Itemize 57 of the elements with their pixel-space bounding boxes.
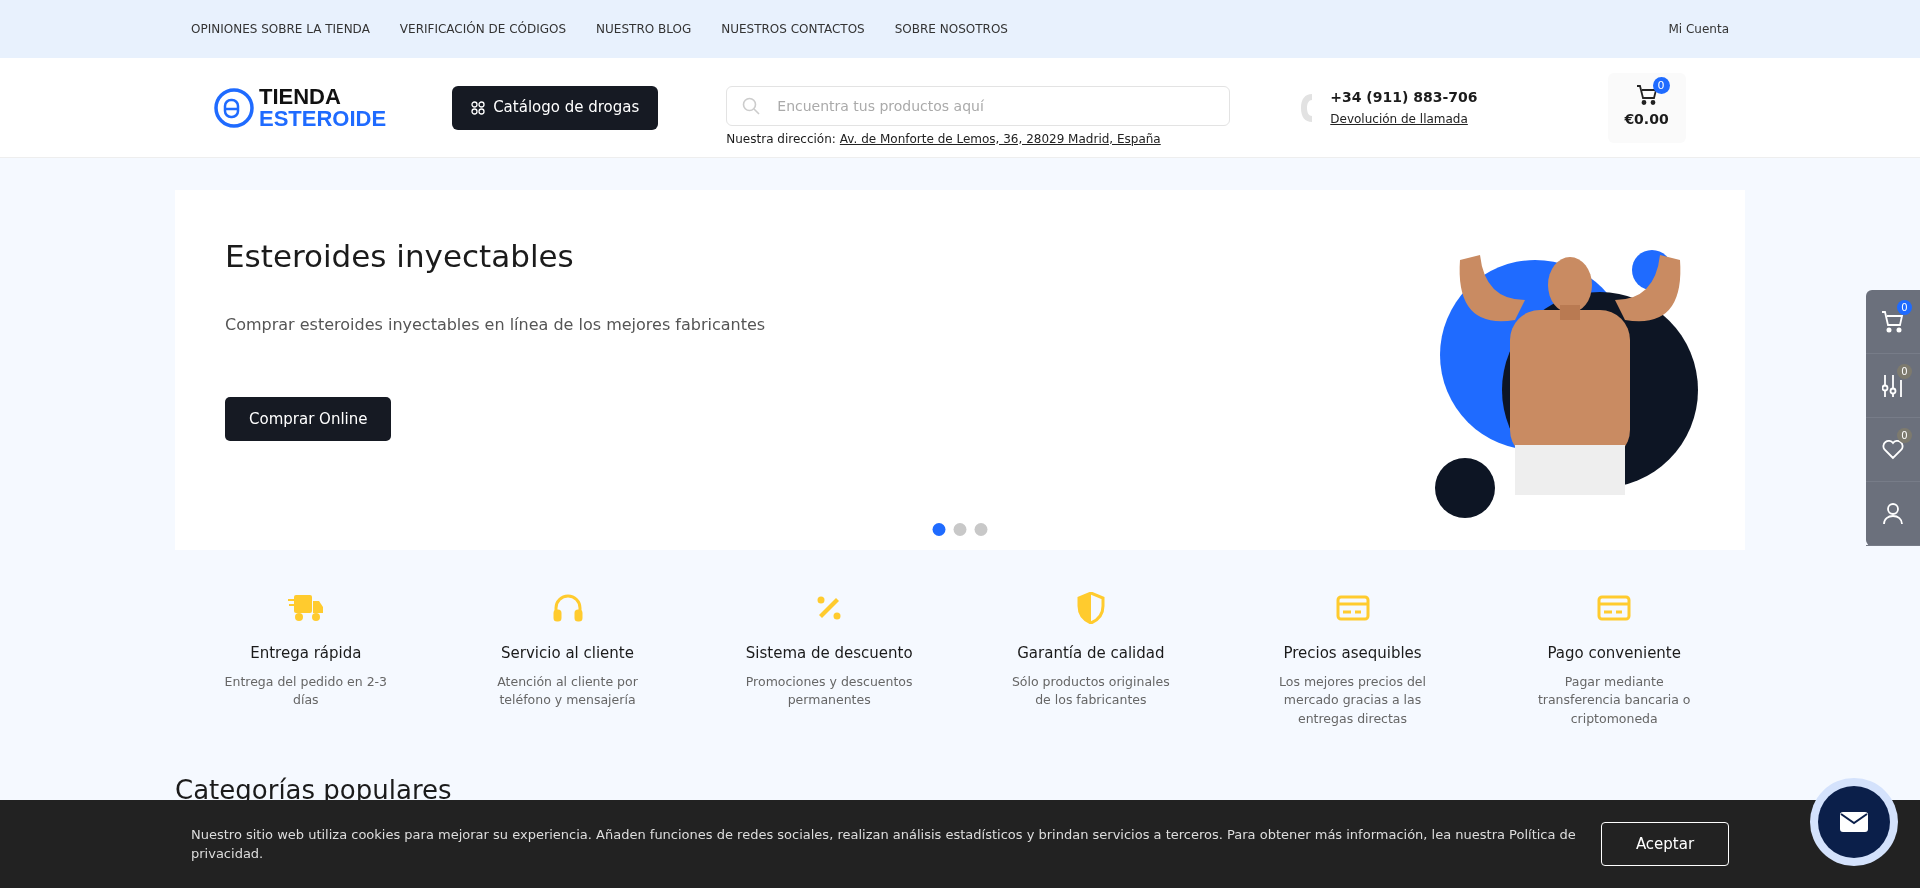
slide-dot[interactable]: [932, 523, 946, 536]
credit-card-icon: [1597, 595, 1632, 621]
headphones-icon: [552, 594, 583, 622]
percent-icon: [816, 595, 843, 621]
grid-icon: [471, 100, 486, 115]
slide-dot[interactable]: [953, 523, 967, 536]
callback-link[interactable]: Devolución de llamada: [1330, 111, 1468, 126]
feature-title: Pago conveniente: [1547, 643, 1681, 664]
truck-icon: [287, 593, 324, 623]
cart-button[interactable]: 0 €0.00: [1607, 72, 1686, 143]
feature-text: Atención al cliente por teléfono y mensajería: [496, 672, 639, 710]
cart-icon: [1635, 85, 1658, 105]
logo[interactable]: TIENDA ESTEROIDE: [213, 85, 387, 130]
feature-title: Garantía de calidad: [1017, 643, 1165, 664]
envelope-icon: [1840, 812, 1868, 832]
side-cart-button[interactable]: 0: [1866, 290, 1920, 354]
nav-link[interactable]: NUESTRO BLOG: [596, 20, 692, 38]
nav-link[interactable]: NUESTROS CONTACTOS: [721, 20, 865, 38]
shield-icon: [1076, 592, 1105, 624]
address-label: Nuestra dirección:: [726, 130, 836, 148]
feature-text: Sólo productos originales de los fabricantes: [1010, 672, 1171, 710]
catalog-button[interactable]: Catálogo de drogas: [452, 85, 659, 130]
side-compare-button[interactable]: 0: [1866, 354, 1920, 418]
nav-link[interactable]: OPINIONES SOBRE LA TIENDA: [191, 20, 370, 38]
cart-icon: [1881, 310, 1905, 333]
nav-link[interactable]: VERIFICACIÓN DE CÓDIGOS: [399, 20, 567, 38]
hero-title: Esteroides inyectables: [225, 238, 575, 276]
feature-title: Entrega rápida: [250, 643, 362, 664]
slide-dot[interactable]: [974, 523, 988, 536]
phone-icon: [1300, 92, 1315, 123]
hero-subtitle: Comprar esteroides inyectables en línea de los mejores fabricantes: [225, 314, 766, 337]
feature-text: Los mejores precios del mercado gracias a las entregas directas: [1278, 672, 1427, 728]
feature-title: Sistema de descuento: [745, 643, 913, 664]
cart-total: €0.00: [1624, 110, 1669, 129]
credit-card-icon: [1335, 595, 1370, 621]
address-link[interactable]: Av. de Monforte de Lemos, 36, 28029 Madrid, España: [839, 129, 1161, 148]
feature-text: Promociones y descuentos permanentes: [744, 672, 914, 710]
buy-button[interactable]: Comprar Online: [225, 397, 392, 442]
heart-icon: [1882, 439, 1904, 460]
account-link[interactable]: Mi Cuenta: [1668, 20, 1729, 38]
side-wishlist-button[interactable]: 0: [1866, 418, 1920, 482]
count-badge: 0: [1897, 300, 1912, 315]
feature-text: Entrega del pedido en 2-3 días: [223, 672, 389, 710]
cookie-notice: Nuestro sitio web utiliza cookies para mejorar su experiencia. Añaden funciones de redes sociales, realizan análisis estadísticos y brindan servicios a terceros. Para obtener más información, lea nuestra Política de privacidad.: [191, 825, 1577, 863]
count-badge: 0: [1897, 428, 1912, 443]
feature-title: Precios asequibles: [1283, 643, 1422, 664]
sliders-icon: [1882, 373, 1904, 398]
cart-count: 0: [1652, 76, 1670, 94]
accept-button[interactable]: Aceptar: [1601, 822, 1729, 866]
feature-title: Servicio al cliente: [501, 643, 634, 664]
section-heading: Categorías populares: [175, 776, 453, 803]
search-field[interactable]: Encuentra tus productos aquí: [726, 85, 1231, 126]
feature-text: Pagar mediante transferencia bancaria o criptomoneda: [1536, 672, 1692, 728]
count-badge: 0: [1897, 364, 1912, 379]
user-icon: [1883, 502, 1903, 525]
nav-link[interactable]: SOBRE NOSOTROS: [894, 20, 1008, 38]
phone-number: +34 (911) 883-706: [1330, 87, 1478, 107]
